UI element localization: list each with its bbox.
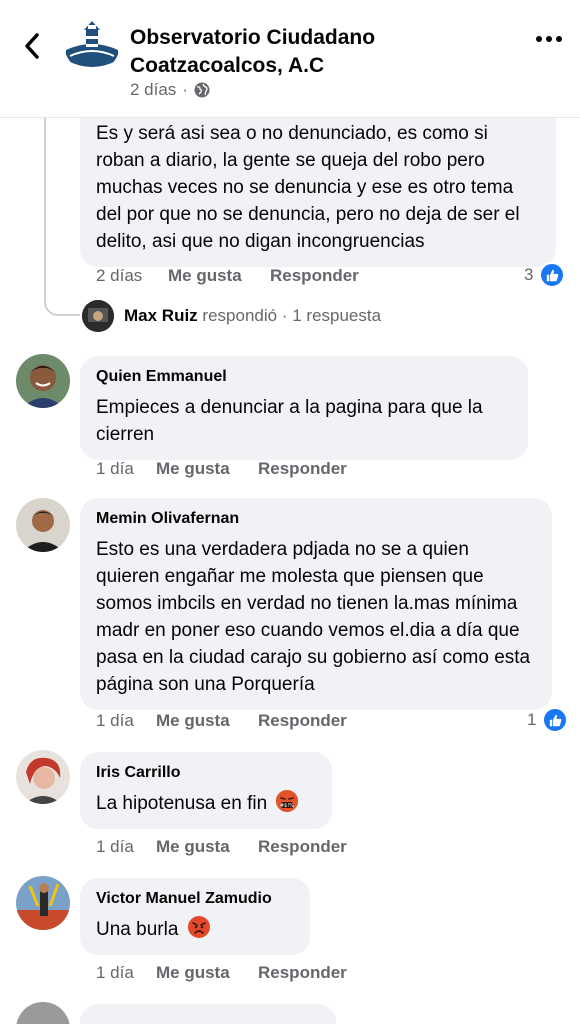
dot-icon xyxy=(556,36,562,42)
post-time[interactable]: 2 días xyxy=(130,80,176,100)
like-button[interactable]: Me gusta xyxy=(156,459,258,479)
reaction-number: 3 xyxy=(524,265,534,284)
comment-bubble[interactable]: Iris Carrillo La hipotenusa en fin #$!% xyxy=(80,752,332,829)
reply-button[interactable]: Responder xyxy=(258,963,347,983)
comment-author[interactable]: Memin Olivafernan xyxy=(96,508,536,530)
face-with-symbols-on-mouth-icon: #$!% xyxy=(276,790,299,812)
comment-actions: 1 día Me gusta Responder xyxy=(96,459,347,479)
comment-text: Esto es una verdadera pdjada no se a qui… xyxy=(96,539,531,695)
avatar xyxy=(82,300,114,332)
page-name[interactable]: Observatorio Ciudadano Coatzacoalcos, A.… xyxy=(130,24,460,80)
comment-actions: 1 día Me gusta Responder xyxy=(96,711,347,731)
reply-button[interactable]: Responder xyxy=(258,459,347,479)
comment-bubble[interactable]: Quien Emmanuel Empieces a denunciar a la… xyxy=(80,356,528,460)
thread-connector xyxy=(44,118,80,316)
like-button[interactable]: Me gusta xyxy=(156,711,258,731)
globe-icon xyxy=(194,82,210,98)
post-meta: 2 días · xyxy=(130,80,210,100)
comment-time[interactable]: 1 día xyxy=(96,711,156,731)
comment-time[interactable]: 2 días xyxy=(96,266,168,286)
page-logo[interactable] xyxy=(64,16,120,72)
comment-time[interactable]: 1 día xyxy=(96,459,156,479)
reply-separator: · xyxy=(281,306,288,325)
like-button[interactable]: Me gusta xyxy=(156,963,258,983)
reply-button[interactable]: Responder xyxy=(258,837,347,857)
comment-actions: 2 días Me gusta Responder xyxy=(96,266,359,286)
comment-bubble[interactable]: Victor Manuel Zamudio Una burla xyxy=(80,878,310,955)
post-header: Observatorio Ciudadano Coatzacoalcos, A.… xyxy=(0,0,580,118)
comment-time[interactable]: 1 día xyxy=(96,837,156,857)
back-button[interactable] xyxy=(16,30,48,62)
comment-bubble[interactable]: Es y será asi sea o no denunciado, es co… xyxy=(80,106,556,267)
avatar[interactable] xyxy=(16,750,70,804)
comment-text: Una burla xyxy=(96,919,179,940)
reaction-count[interactable]: 3 xyxy=(524,262,566,288)
comment-text: La hipotenusa en fin xyxy=(96,793,268,814)
reply-author: Max Ruiz xyxy=(124,306,198,325)
more-options-button[interactable] xyxy=(536,36,562,42)
avatar[interactable] xyxy=(16,498,70,552)
thumbs-up-icon xyxy=(542,707,569,733)
comment-author[interactable]: Quien Emmanuel xyxy=(96,366,512,388)
comment-text-wrap: La hipotenusa en fin #$!% xyxy=(96,790,316,817)
reply-action: respondió xyxy=(202,306,278,325)
comment-bubble[interactable] xyxy=(80,1004,336,1024)
like-button[interactable]: Me gusta xyxy=(156,837,258,857)
comment-author[interactable]: Victor Manuel Zamudio xyxy=(96,888,294,910)
comment-actions: 1 día Me gusta Responder xyxy=(96,963,347,983)
lighthouse-logo-icon xyxy=(65,17,119,71)
reaction-count[interactable]: 1 xyxy=(527,707,569,733)
avatar[interactable] xyxy=(16,1002,70,1024)
comment-text: Empieces a denunciar a la pagina para qu… xyxy=(96,397,483,445)
comment-author[interactable]: Iris Carrillo xyxy=(96,762,316,784)
like-button[interactable]: Me gusta xyxy=(168,266,270,286)
avatar[interactable] xyxy=(16,876,70,930)
reply-count: 1 respuesta xyxy=(292,306,382,325)
chevron-left-icon xyxy=(25,33,39,59)
comment-actions: 1 día Me gusta Responder xyxy=(96,837,347,857)
dot-icon xyxy=(536,36,542,42)
meta-separator: · xyxy=(182,80,188,99)
angry-face-icon xyxy=(187,916,210,938)
comment-text: Es y será asi sea o no denunciado, es co… xyxy=(96,123,520,252)
reply-button[interactable]: Responder xyxy=(258,711,347,731)
reply-button[interactable]: Responder xyxy=(270,266,359,286)
thumbs-up-icon xyxy=(539,262,566,288)
comment-text-wrap: Una burla xyxy=(96,916,294,943)
replies-link[interactable]: Max Ruiz respondió · 1 respuesta xyxy=(82,300,381,332)
avatar[interactable] xyxy=(16,354,70,408)
reaction-number: 1 xyxy=(527,710,537,729)
comment-bubble[interactable]: Memin Olivafernan Esto es una verdadera … xyxy=(80,498,552,710)
comment-time[interactable]: 1 día xyxy=(96,963,156,983)
dot-icon xyxy=(546,36,552,42)
svg-text:#$!%: #$!% xyxy=(280,803,294,809)
